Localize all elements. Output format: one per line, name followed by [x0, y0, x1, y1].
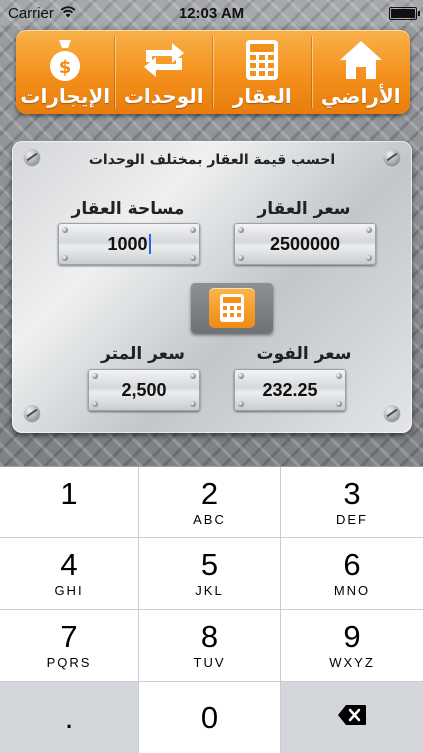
rivet: [190, 227, 196, 233]
rivet: [92, 373, 98, 379]
calculator-icon: [209, 288, 255, 328]
key-digit: 7: [60, 619, 78, 654]
meter-price-field: 2,500: [88, 369, 200, 411]
key-digit: 5: [200, 547, 219, 582]
property-area-label: مساحة العقار: [71, 199, 185, 219]
meter-price-label: سعر المتر: [101, 344, 185, 364]
tab-units[interactable]: الوحدات: [114, 30, 214, 114]
rivet: [62, 227, 68, 233]
money-bag-icon: $: [47, 38, 83, 82]
key-letters: JKL: [195, 583, 224, 598]
screw-icon: [24, 405, 40, 421]
tab-lands[interactable]: الأراضي: [311, 30, 411, 114]
backspace-icon: [337, 704, 367, 731]
foot-price-field: 232.25: [234, 369, 346, 411]
key-digit: 1: [60, 475, 78, 511]
key-5[interactable]: 5 JKL: [139, 538, 280, 609]
swap-arrows-icon: [138, 38, 190, 82]
property-price-label: سعر العقار: [257, 199, 351, 219]
tab-lands-label: الأراضي: [320, 84, 401, 108]
rivet: [238, 401, 244, 407]
key-letters: TUV: [193, 655, 226, 670]
key-digit: 4: [60, 547, 78, 582]
screw-icon: [384, 405, 400, 421]
key-8[interactable]: 8 TUV: [139, 610, 280, 681]
foot-price-value: 232.25: [262, 379, 318, 400]
rivet: [336, 373, 342, 379]
rivet: [366, 255, 372, 261]
numeric-keypad: 1 2 ABC 3 DEF 4 GHI 5 JKL 6 MNO 7 PQRS 8 TUV 9W…: [0, 466, 423, 753]
key-letters: MNO: [333, 583, 371, 598]
calculator-panel: احسب قيمة العقار بمختلف الوحدات سعر العق…: [12, 141, 412, 433]
property-price-field[interactable]: 2500000: [234, 223, 376, 265]
key-2[interactable]: 2 ABC: [139, 467, 280, 537]
home-icon: [338, 38, 384, 82]
property-area-value: 1000: [107, 233, 148, 254]
property-area-field[interactable]: 1000: [58, 223, 200, 265]
key-digit: 2: [200, 475, 219, 511]
rivet: [336, 401, 342, 407]
rivet: [190, 255, 196, 261]
rivet: [366, 227, 372, 233]
key-digit: .: [64, 699, 74, 735]
key-6[interactable]: 6 MNO: [281, 538, 423, 609]
wifi-icon: [60, 5, 76, 22]
key-0[interactable]: 0: [139, 682, 280, 753]
key-letters: GHI: [54, 583, 84, 598]
status-right: [389, 6, 423, 20]
key-digit: 0: [200, 699, 219, 735]
svg-text:$: $: [59, 57, 72, 78]
property-price-value: 2500000: [269, 233, 341, 254]
rivet: [62, 255, 68, 261]
text-caret: [148, 234, 151, 254]
key-digit: 6: [343, 547, 361, 582]
backspace-key[interactable]: [281, 682, 423, 753]
key-9[interactable]: 9 WXYZ: [281, 610, 423, 681]
panel-title: احسب قيمة العقار بمختلف الوحدات: [88, 152, 336, 168]
calculate-button[interactable]: [191, 283, 273, 333]
status-left: Carrier: [0, 5, 76, 22]
rivet: [190, 373, 196, 379]
tab-units-label: الوحدات: [123, 84, 204, 108]
tab-property-label: العقار: [232, 84, 292, 108]
rivet: [238, 227, 244, 233]
tab-rentals[interactable]: $ الإيجارات: [16, 30, 115, 114]
key-letters: WXYZ: [329, 655, 375, 670]
rivet: [92, 401, 98, 407]
key-letters: PQRS: [46, 655, 92, 670]
key-4[interactable]: 4 GHI: [0, 538, 138, 609]
battery-icon: [389, 6, 420, 20]
key-letters: DEF: [336, 511, 368, 527]
foot-price-label: سعر الفوت: [256, 344, 352, 364]
meter-price-value: 2,500: [121, 379, 167, 400]
key-3[interactable]: 3 DEF: [281, 467, 423, 537]
rivet: [190, 401, 196, 407]
key-1[interactable]: 1: [0, 467, 138, 537]
tab-bar: $ الإيجارات الوحدات العقار الأراضي: [16, 30, 410, 114]
key-digit: 9: [343, 619, 361, 654]
tab-property[interactable]: العقار: [213, 30, 312, 114]
key-decimal[interactable]: .: [0, 682, 138, 753]
status-bar: Carrier 12:03 AM: [0, 0, 423, 26]
tab-rentals-label: الإيجارات: [20, 84, 111, 108]
key-digit: 3: [343, 475, 361, 511]
carrier-label: Carrier: [8, 4, 54, 22]
calculator-icon: [245, 38, 279, 82]
rivet: [238, 255, 244, 261]
rivet: [238, 373, 244, 379]
key-7[interactable]: 7 PQRS: [0, 610, 138, 681]
key-digit: 8: [200, 619, 219, 654]
key-letters: ABC: [193, 511, 226, 527]
